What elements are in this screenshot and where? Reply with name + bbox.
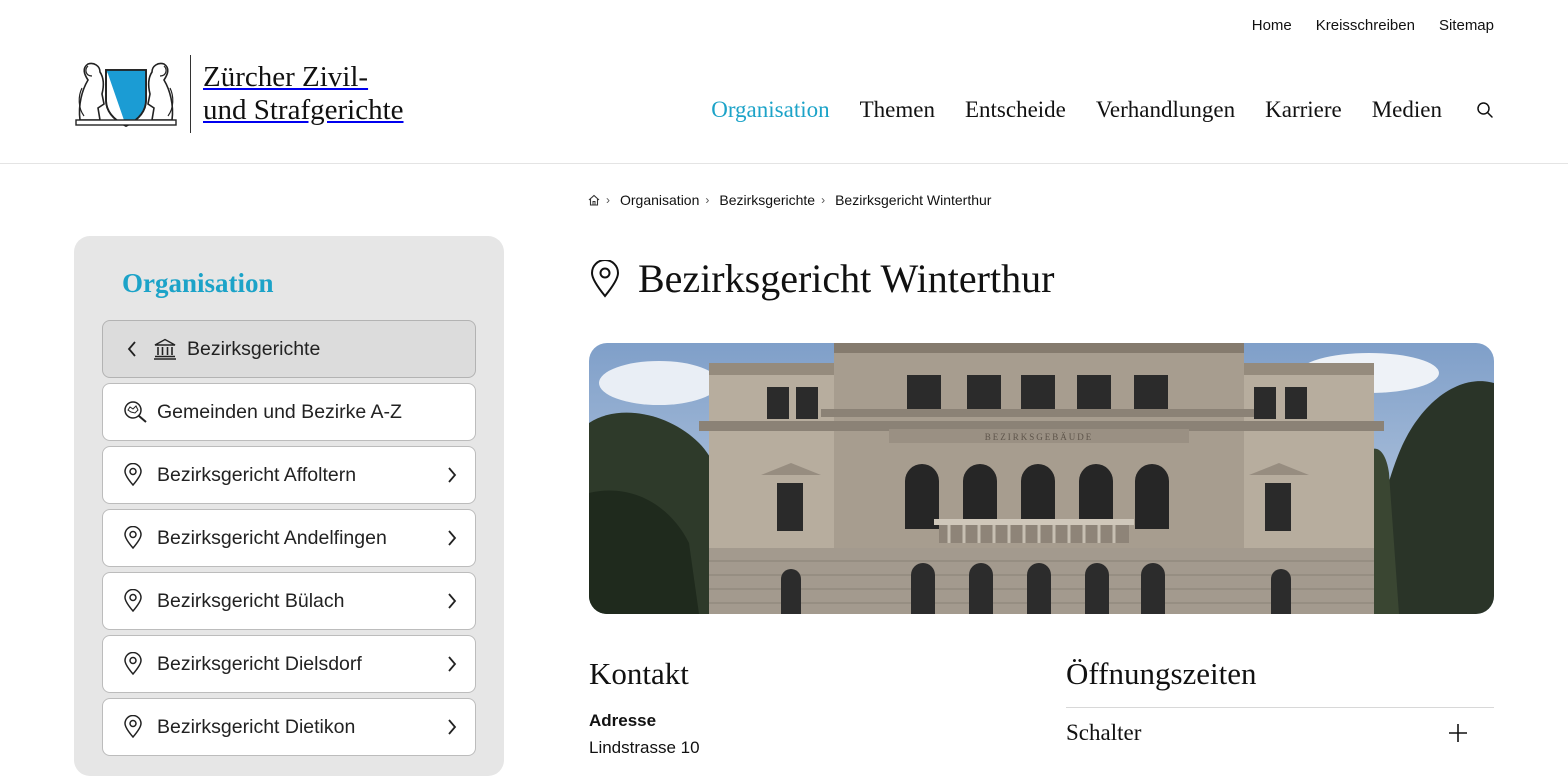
breadcrumb: › Organisation › Bezirksgerichte › Bezir…: [588, 192, 991, 208]
home-icon: [588, 194, 600, 206]
site-name: Zürcher Zivil- und Strafgerichte: [203, 61, 404, 127]
logo-divider: [190, 55, 191, 133]
page-title: Bezirksgericht Winterthur: [638, 256, 1055, 301]
sidebar-item-label: Bezirksgericht Bülach: [157, 589, 345, 612]
breadcrumb-current: Bezirksgericht Winterthur: [835, 192, 992, 208]
sidebar-item-affoltern[interactable]: Bezirksgericht Affoltern: [102, 446, 476, 504]
chevron-left-icon: [127, 341, 141, 357]
utility-link-home[interactable]: Home: [1252, 17, 1292, 34]
location-pin-icon: [590, 259, 620, 298]
opening-hours-divider: [1066, 707, 1494, 708]
site-name-line2: und Strafgerichte: [203, 94, 404, 126]
sidebar-item-label: Bezirksgericht Andelfingen: [157, 526, 387, 549]
sidebar-item-label: Gemeinden und Bezirke A-Z: [157, 400, 402, 423]
zurich-coat-of-arms-icon: [75, 62, 177, 128]
location-pin-icon: [123, 526, 149, 550]
breadcrumb-organisation[interactable]: Organisation: [620, 192, 699, 208]
breadcrumb-home[interactable]: [588, 194, 600, 206]
main-nav: Organisation Themen Entscheide Verhandlu…: [711, 97, 1494, 123]
chevron-right-icon: [447, 719, 457, 735]
nav-themen[interactable]: Themen: [860, 97, 935, 123]
site-logo[interactable]: Zürcher Zivil- und Strafgerichte: [74, 55, 404, 133]
chevron-right-icon: [447, 593, 457, 609]
search-button[interactable]: [1476, 101, 1494, 119]
nav-entscheide[interactable]: Entscheide: [965, 97, 1066, 123]
chevron-right-icon: ›: [606, 193, 610, 207]
sidebar-back-bezirksgerichte[interactable]: Bezirksgerichte: [102, 320, 476, 378]
utility-nav: Home Kreisschreiben Sitemap: [1252, 17, 1494, 34]
sidebar-item-label: Bezirksgericht Affoltern: [157, 463, 357, 486]
chevron-right-icon: ›: [821, 193, 826, 207]
utility-link-kreisschreiben[interactable]: Kreisschreiben: [1316, 17, 1415, 34]
sidebar-back-label: Bezirksgerichte: [187, 337, 321, 360]
location-pin-icon: [123, 463, 149, 487]
breadcrumb-bezirksgerichte[interactable]: Bezirksgerichte: [719, 192, 815, 208]
contact-heading: Kontakt: [589, 656, 689, 691]
location-pin-icon: [123, 652, 149, 676]
sidebar: Organisation Bezirksgerichte Gemeinden u…: [74, 236, 504, 776]
search-icon: [1477, 102, 1493, 118]
sidebar-title[interactable]: Organisation: [122, 268, 274, 299]
nav-medien[interactable]: Medien: [1372, 97, 1442, 123]
accordion-schalter[interactable]: Schalter: [1066, 720, 1494, 746]
page-header: Bezirksgericht Winterthur: [590, 255, 1054, 302]
site-name-line1: Zürcher Zivil-: [203, 61, 369, 93]
building-inscription: BEZIRKSGEBÄUDE: [985, 432, 1094, 442]
accordion-schalter-label: Schalter: [1066, 720, 1142, 745]
search-map-icon: [123, 400, 149, 424]
header-divider: [0, 163, 1568, 164]
sidebar-item-dielsdorf[interactable]: Bezirksgericht Dielsdorf: [102, 635, 476, 693]
chevron-right-icon: [447, 530, 457, 546]
plus-icon: [1449, 724, 1467, 742]
sidebar-item-buelach[interactable]: Bezirksgericht Bülach: [102, 572, 476, 630]
sidebar-item-dietikon[interactable]: Bezirksgericht Dietikon: [102, 698, 476, 756]
building-photo: BEZIRKSGEBÄUDE: [589, 343, 1494, 614]
nav-organisation[interactable]: Organisation: [711, 97, 829, 123]
address-line: Lindstrasse 10: [589, 738, 700, 757]
nav-karriere[interactable]: Karriere: [1265, 97, 1342, 123]
opening-hours-heading: Öffnungszeiten: [1066, 656, 1257, 691]
address-label: Adresse: [589, 711, 657, 730]
sidebar-item-label: Bezirksgericht Dietikon: [157, 715, 356, 738]
utility-link-sitemap[interactable]: Sitemap: [1439, 17, 1494, 34]
sidebar-item-label: Bezirksgericht Dielsdorf: [157, 652, 362, 675]
sidebar-item-gemeinden[interactable]: Gemeinden und Bezirke A-Z: [102, 383, 476, 441]
sidebar-list: Bezirksgerichte Gemeinden und Bezirke A-…: [102, 320, 476, 761]
location-pin-icon: [123, 589, 149, 613]
nav-verhandlungen[interactable]: Verhandlungen: [1096, 97, 1235, 123]
chevron-right-icon: [447, 656, 457, 672]
chevron-right-icon: ›: [705, 193, 710, 207]
sidebar-item-andelfingen[interactable]: Bezirksgericht Andelfingen: [102, 509, 476, 567]
chevron-right-icon: [447, 467, 457, 483]
courthouse-icon: [153, 338, 179, 360]
location-pin-icon: [123, 715, 149, 739]
